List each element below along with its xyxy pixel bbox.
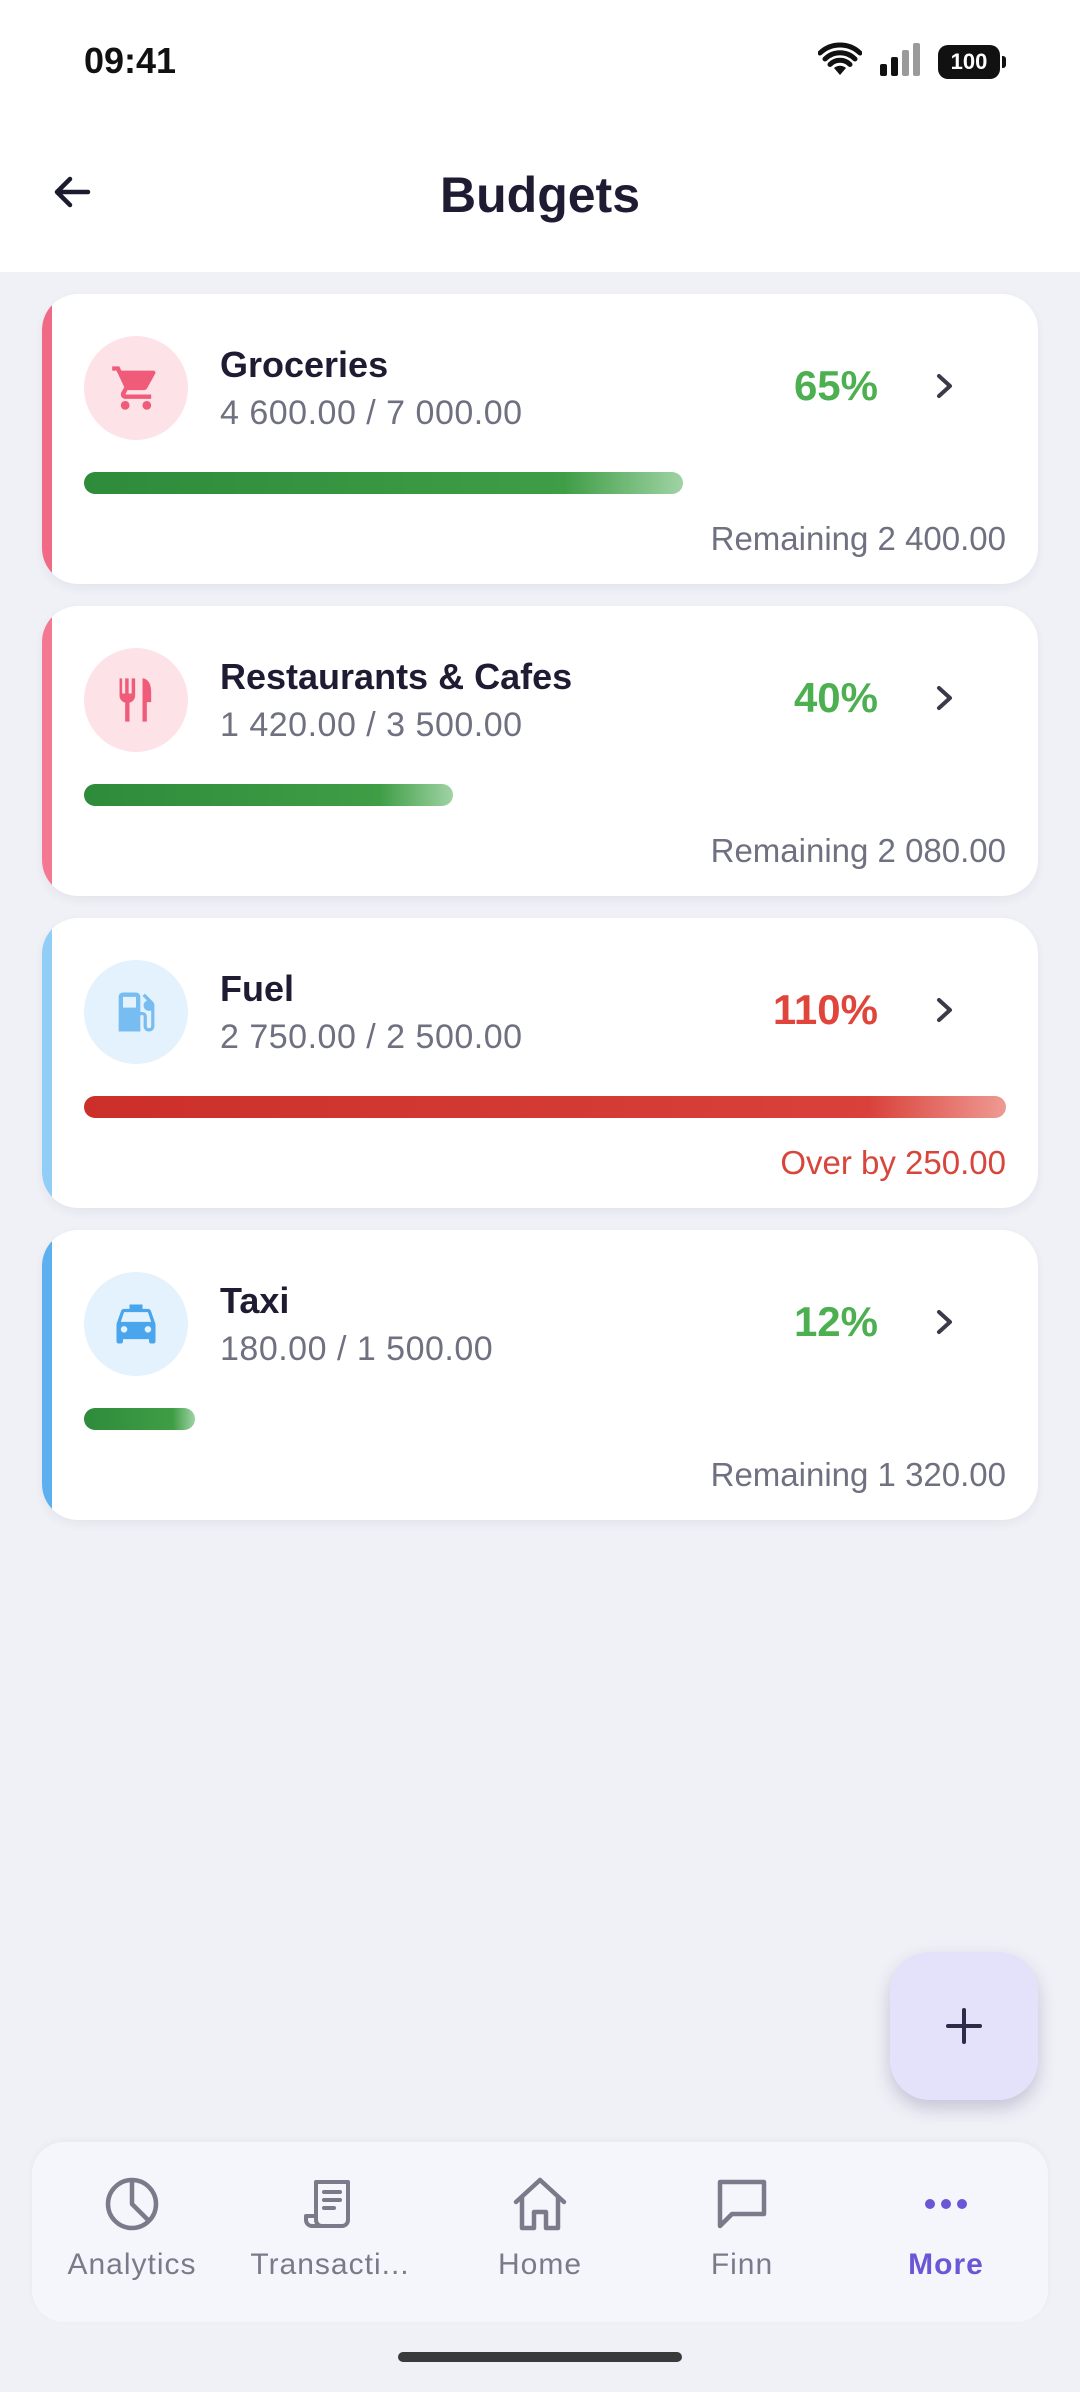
budget-name: Taxi <box>220 1280 290 1321</box>
icon-circle <box>84 336 188 440</box>
cart-icon <box>112 366 156 410</box>
nav-item-home[interactable]: Home <box>440 2172 640 2292</box>
icon-circle <box>84 960 188 1064</box>
progress-track <box>84 784 1006 806</box>
budget-name: Fuel <box>220 968 295 1009</box>
taxi-icon <box>116 1304 156 1344</box>
budget-amount: 4 600.00 / 7 000.00 <box>220 394 523 432</box>
chevron-right-icon <box>920 1298 968 1346</box>
nav-item-transactions[interactable]: Transacti... <box>230 2172 430 2292</box>
page-title: Budgets <box>440 167 640 223</box>
plus-icon <box>946 2008 982 2044</box>
status-icons: 100 <box>817 42 1006 83</box>
chevron-right-icon <box>920 986 968 1034</box>
wifi-icon <box>817 42 863 83</box>
bottom-nav: Analytics Transacti... Home Finn More <box>32 2142 1048 2322</box>
nav-item-analytics[interactable]: Analytics <box>32 2172 232 2292</box>
icon-circle <box>84 648 188 752</box>
budget-name: Groceries <box>220 344 389 385</box>
fork-knife-icon <box>118 678 152 722</box>
budget-card-taxi[interactable]: Taxi 180.00 / 1 500.00 12% Remaining 1 3… <box>42 1230 1038 1520</box>
status-time: 09:41 <box>84 40 177 81</box>
more-dots-icon <box>914 2172 978 2236</box>
card-accent <box>42 1230 52 1520</box>
top-bar: 09:41 100 Budgets <box>0 0 1080 272</box>
budget-percent: 12% <box>793 1298 878 1345</box>
budget-card-fuel[interactable]: Fuel 2 750.00 / 2 500.00 110% Over by 25… <box>42 918 1038 1208</box>
budget-card-groceries[interactable]: Groceries 4 600.00 / 7 000.00 65% Remain… <box>42 294 1038 584</box>
progress-fill <box>84 784 453 806</box>
progress-track <box>84 1096 1006 1118</box>
icon-circle <box>84 1272 188 1376</box>
budget-amount: 2 750.00 / 2 500.00 <box>220 1018 523 1056</box>
chevron-right-icon <box>920 362 968 410</box>
budget-note: Remaining 2 400.00 <box>710 520 1006 557</box>
nav-item-finn[interactable]: Finn <box>642 2172 842 2292</box>
budget-name: Restaurants & Cafes <box>220 656 573 697</box>
home-indicator <box>398 2352 682 2362</box>
receipt-icon <box>298 2172 362 2236</box>
nav-label: Home <box>497 2248 583 2281</box>
budget-percent: 110% <box>772 986 878 1033</box>
budget-note: Over by 250.00 <box>780 1144 1006 1181</box>
chevron-right-icon <box>920 674 968 722</box>
nav-label: Analytics <box>67 2248 197 2281</box>
add-budget-button[interactable] <box>890 1952 1038 2100</box>
home-icon <box>508 2172 572 2236</box>
budget-note: Remaining 2 080.00 <box>710 832 1006 869</box>
fuel-pump-icon <box>118 992 155 1032</box>
budget-note: Remaining 1 320.00 <box>710 1456 1006 1493</box>
nav-label: Finn <box>710 2248 774 2281</box>
nav-label: More <box>908 2248 984 2281</box>
progress-track <box>84 1408 1006 1430</box>
signal-icon <box>878 42 922 83</box>
battery-icon: 100 <box>938 45 1006 79</box>
card-accent <box>42 606 52 896</box>
budget-amount: 1 420.00 / 3 500.00 <box>220 706 523 744</box>
nav-label: Transacti... <box>250 2248 410 2281</box>
card-accent <box>42 918 52 1208</box>
nav-item-more[interactable]: More <box>846 2172 1046 2292</box>
budget-percent: 40% <box>793 674 878 721</box>
progress-fill <box>84 1096 1006 1118</box>
card-accent <box>42 294 52 584</box>
progress-fill <box>84 472 683 494</box>
progress-track <box>84 472 1006 494</box>
budget-amount: 180.00 / 1 500.00 <box>220 1330 494 1368</box>
chat-icon <box>710 2172 774 2236</box>
budget-percent: 65% <box>793 362 878 409</box>
progress-fill <box>84 1408 195 1430</box>
pie-chart-icon <box>100 2172 164 2236</box>
budget-card-restaurants[interactable]: Restaurants & Cafes 1 420.00 / 3 500.00 … <box>42 606 1038 896</box>
